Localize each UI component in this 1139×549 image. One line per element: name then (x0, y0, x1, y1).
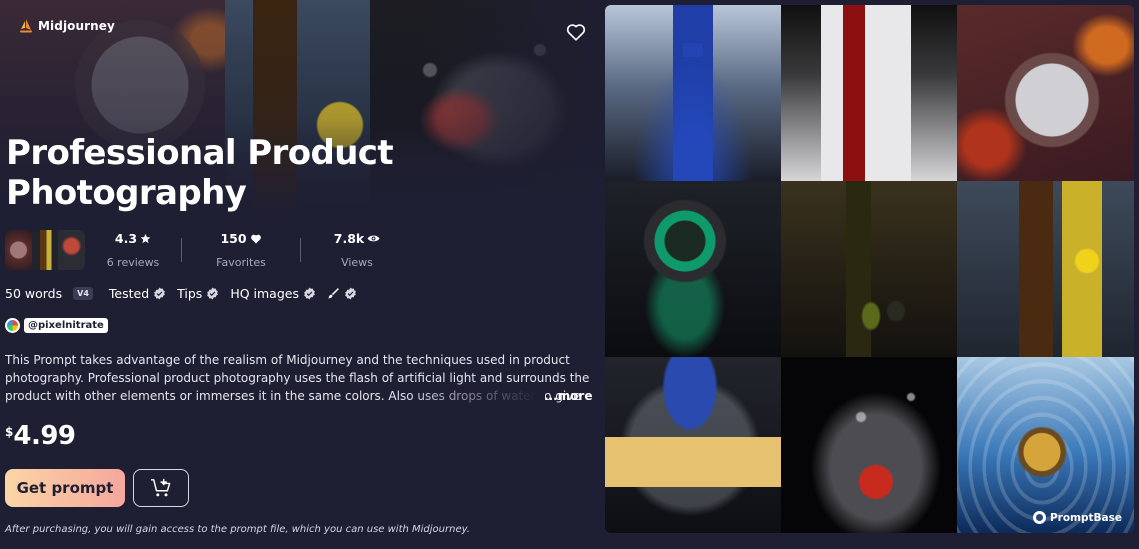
price-value: 4.99 (13, 421, 76, 451)
eye-icon (367, 235, 380, 242)
features-row: 50 words V4 Tested Tips HQ images (5, 286, 368, 301)
feature-tested: Tested (109, 286, 166, 301)
gallery-image-wine[interactable] (781, 5, 957, 181)
reviews-count: 6 reviews (106, 256, 160, 269)
author-link[interactable]: @pixelnitrate (5, 318, 108, 333)
page-title: Professional Product Photography (6, 133, 394, 213)
watermark-label: PromptBase (1049, 511, 1122, 524)
promptbase-logo-icon (1032, 511, 1046, 524)
price-currency: $ (5, 425, 14, 439)
version-badge: V4 (73, 287, 93, 300)
favorites-label: Favorites (216, 256, 266, 269)
model-brand[interactable]: Midjourney (20, 19, 115, 33)
favorite-button[interactable] (565, 21, 587, 43)
feature-editable (327, 287, 357, 300)
thumbnail-image (5, 230, 32, 270)
gallery-image-gold-ring[interactable]: PromptBase (957, 357, 1134, 533)
favorites-value: 150 (220, 231, 247, 246)
add-to-cart-button[interactable] (133, 469, 189, 507)
gallery-image-perfume[interactable] (605, 5, 781, 181)
heart-icon (250, 234, 261, 243)
gallery-image-ring[interactable] (605, 181, 781, 357)
brand-name: Midjourney (38, 19, 115, 33)
thumbnail-image (31, 230, 59, 270)
feature-label: Tips (177, 286, 203, 301)
gallery-image-watch[interactable] (957, 5, 1134, 181)
author-handle: @pixelnitrate (24, 318, 108, 333)
description-fade (400, 387, 545, 405)
verified-check-icon (154, 287, 166, 300)
thumbnail-image (58, 230, 85, 270)
read-more-link[interactable]: ...more (544, 387, 592, 405)
promptbase-watermark: PromptBase (1032, 511, 1122, 524)
gallery-image-strawberry-splash[interactable] (781, 357, 957, 533)
get-prompt-button[interactable]: Get prompt (5, 469, 125, 507)
add-to-cart-icon (151, 478, 171, 497)
midjourney-sail-icon (20, 19, 32, 33)
stat-views: 7.8k Views (301, 231, 413, 269)
stat-favorites: 150 Favorites (182, 231, 300, 269)
stat-rating[interactable]: 4.3 6 reviews (85, 231, 181, 269)
feature-label: HQ images (230, 286, 299, 301)
views-label: Views (341, 256, 373, 269)
verified-check-icon (304, 287, 315, 300)
feature-label: Tested (108, 286, 150, 301)
gallery-image-beer[interactable] (957, 181, 1134, 357)
purchase-note: After purchasing, you will gain access t… (5, 524, 470, 535)
star-icon (140, 233, 151, 244)
stats-bar: 4.3 6 reviews 150 Favorites 7.8k Views (85, 231, 413, 269)
preview-thumbnail[interactable] (5, 230, 85, 270)
gallery-image-olive-oil[interactable] (781, 181, 957, 357)
heart-outline-icon (566, 24, 586, 41)
feature-tips: Tips (177, 286, 219, 301)
feature-hq-images: HQ images (230, 286, 316, 301)
views-value: 7.8k (333, 231, 365, 246)
avatar (5, 318, 20, 333)
word-count: 50 words (5, 286, 63, 301)
price: $ 4.99 (5, 419, 76, 453)
verified-check-icon (345, 287, 356, 300)
gallery-image-cheese[interactable] (605, 357, 781, 533)
verified-check-icon (207, 287, 219, 300)
example-gallery: PromptBase (605, 5, 1134, 533)
rating-value: 4.3 (114, 231, 138, 246)
brush-icon (328, 288, 339, 299)
